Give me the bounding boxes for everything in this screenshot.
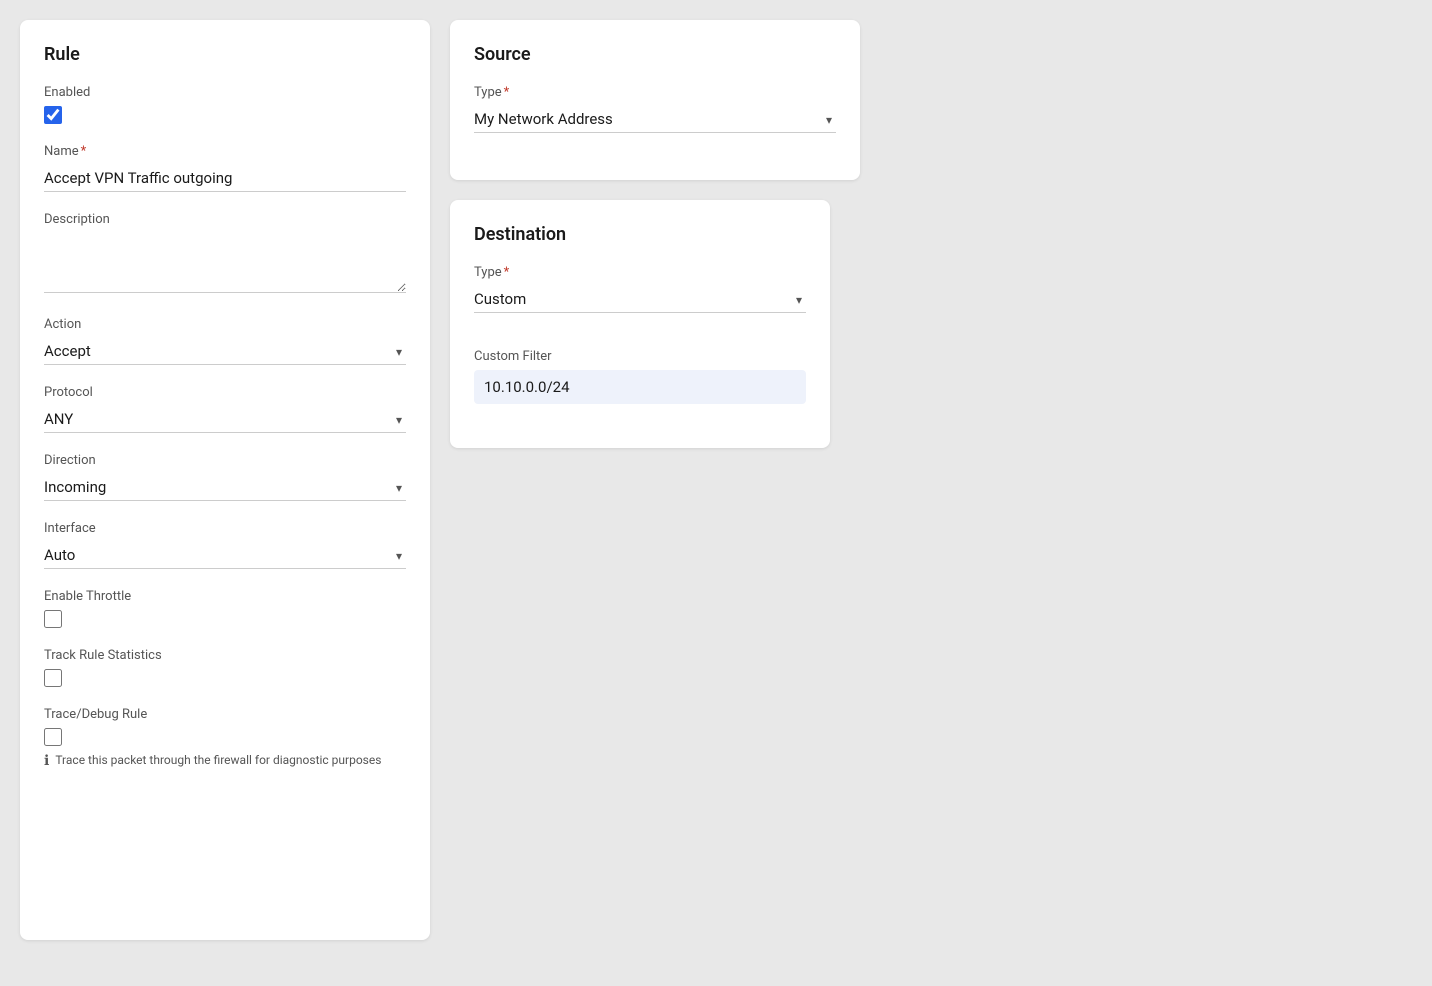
action-select-wrapper: Accept Drop Reject ▾ <box>44 338 406 365</box>
action-select[interactable]: Accept Drop Reject <box>44 338 406 365</box>
destination-type-select-wrapper: Custom My Network Address Any ▾ <box>474 286 806 313</box>
destination-type-required-star: * <box>504 265 510 280</box>
direction-label: Direction <box>44 453 406 468</box>
enabled-field: Enabled <box>44 85 406 124</box>
rule-title: Rule <box>44 44 406 65</box>
direction-field: Direction Incoming Outgoing Both ▾ <box>44 453 406 501</box>
trace-debug-checkbox-wrapper <box>44 728 406 746</box>
trace-debug-field: Trace/Debug Rule ℹ Trace this packet thr… <box>44 707 406 769</box>
direction-select[interactable]: Incoming Outgoing Both <box>44 474 406 501</box>
name-label: Name* <box>44 144 406 159</box>
description-textarea[interactable] <box>44 233 406 293</box>
description-field: Description <box>44 212 406 297</box>
enabled-label: Enabled <box>44 85 406 100</box>
custom-filter-value[interactable]: 10.10.0.0/24 <box>474 370 806 404</box>
track-stats-checkbox[interactable] <box>44 669 62 687</box>
info-circle-icon: ℹ <box>44 753 49 769</box>
name-required-star: * <box>81 144 87 159</box>
destination-type-field: Type* Custom My Network Address Any ▾ <box>474 265 806 313</box>
enabled-checkbox-wrapper <box>44 106 406 124</box>
protocol-field: Protocol ANY TCP UDP ICMP ▾ <box>44 385 406 433</box>
description-label: Description <box>44 212 406 227</box>
interface-select-wrapper: Auto eth0 eth1 ▾ <box>44 542 406 569</box>
track-stats-label: Track Rule Statistics <box>44 648 406 663</box>
trace-debug-checkbox[interactable] <box>44 728 62 746</box>
source-section: Type* My Network Address Custom Any ▾ <box>474 85 836 153</box>
action-field: Action Accept Drop Reject ▾ <box>44 317 406 365</box>
action-label: Action <box>44 317 406 332</box>
throttle-checkbox-wrapper <box>44 610 406 628</box>
name-input[interactable] <box>44 165 406 192</box>
source-type-field: Type* My Network Address Custom Any ▾ <box>474 85 836 133</box>
source-type-select-wrapper: My Network Address Custom Any ▾ <box>474 106 836 133</box>
throttle-field: Enable Throttle <box>44 589 406 628</box>
protocol-label: Protocol <box>44 385 406 400</box>
destination-card: Destination Type* Custom My Network Addr… <box>450 200 830 448</box>
trace-info: ℹ Trace this packet through the firewall… <box>44 752 406 769</box>
interface-field: Interface Auto eth0 eth1 ▾ <box>44 521 406 569</box>
destination-type-select[interactable]: Custom My Network Address Any <box>474 286 806 313</box>
name-field: Name* <box>44 144 406 192</box>
destination-type-label: Type* <box>474 265 806 280</box>
source-type-required-star: * <box>504 85 510 100</box>
track-stats-field: Track Rule Statistics <box>44 648 406 687</box>
throttle-label: Enable Throttle <box>44 589 406 604</box>
protocol-select-wrapper: ANY TCP UDP ICMP ▾ <box>44 406 406 433</box>
enabled-checkbox[interactable] <box>44 106 62 124</box>
destination-title: Destination <box>474 224 806 245</box>
trace-debug-label: Trace/Debug Rule <box>44 707 406 722</box>
destination-section: Type* Custom My Network Address Any ▾ Cu… <box>474 265 806 424</box>
protocol-select[interactable]: ANY TCP UDP ICMP <box>44 406 406 433</box>
direction-select-wrapper: Incoming Outgoing Both ▾ <box>44 474 406 501</box>
source-type-label: Type* <box>474 85 836 100</box>
interface-label: Interface <box>44 521 406 536</box>
source-type-select[interactable]: My Network Address Custom Any <box>474 106 836 133</box>
main-layout: Rule Enabled Name* Description Action <box>20 20 1412 940</box>
throttle-checkbox[interactable] <box>44 610 62 628</box>
right-column: Source Type* My Network Address Custom A… <box>450 20 1412 448</box>
rule-card: Rule Enabled Name* Description Action <box>20 20 430 940</box>
custom-filter-label: Custom Filter <box>474 349 806 364</box>
source-card: Source Type* My Network Address Custom A… <box>450 20 860 180</box>
source-title: Source <box>474 44 836 65</box>
custom-filter-field: Custom Filter 10.10.0.0/24 <box>474 349 806 404</box>
track-stats-checkbox-wrapper <box>44 669 406 687</box>
interface-select[interactable]: Auto eth0 eth1 <box>44 542 406 569</box>
trace-description: Trace this packet through the firewall f… <box>55 752 381 769</box>
